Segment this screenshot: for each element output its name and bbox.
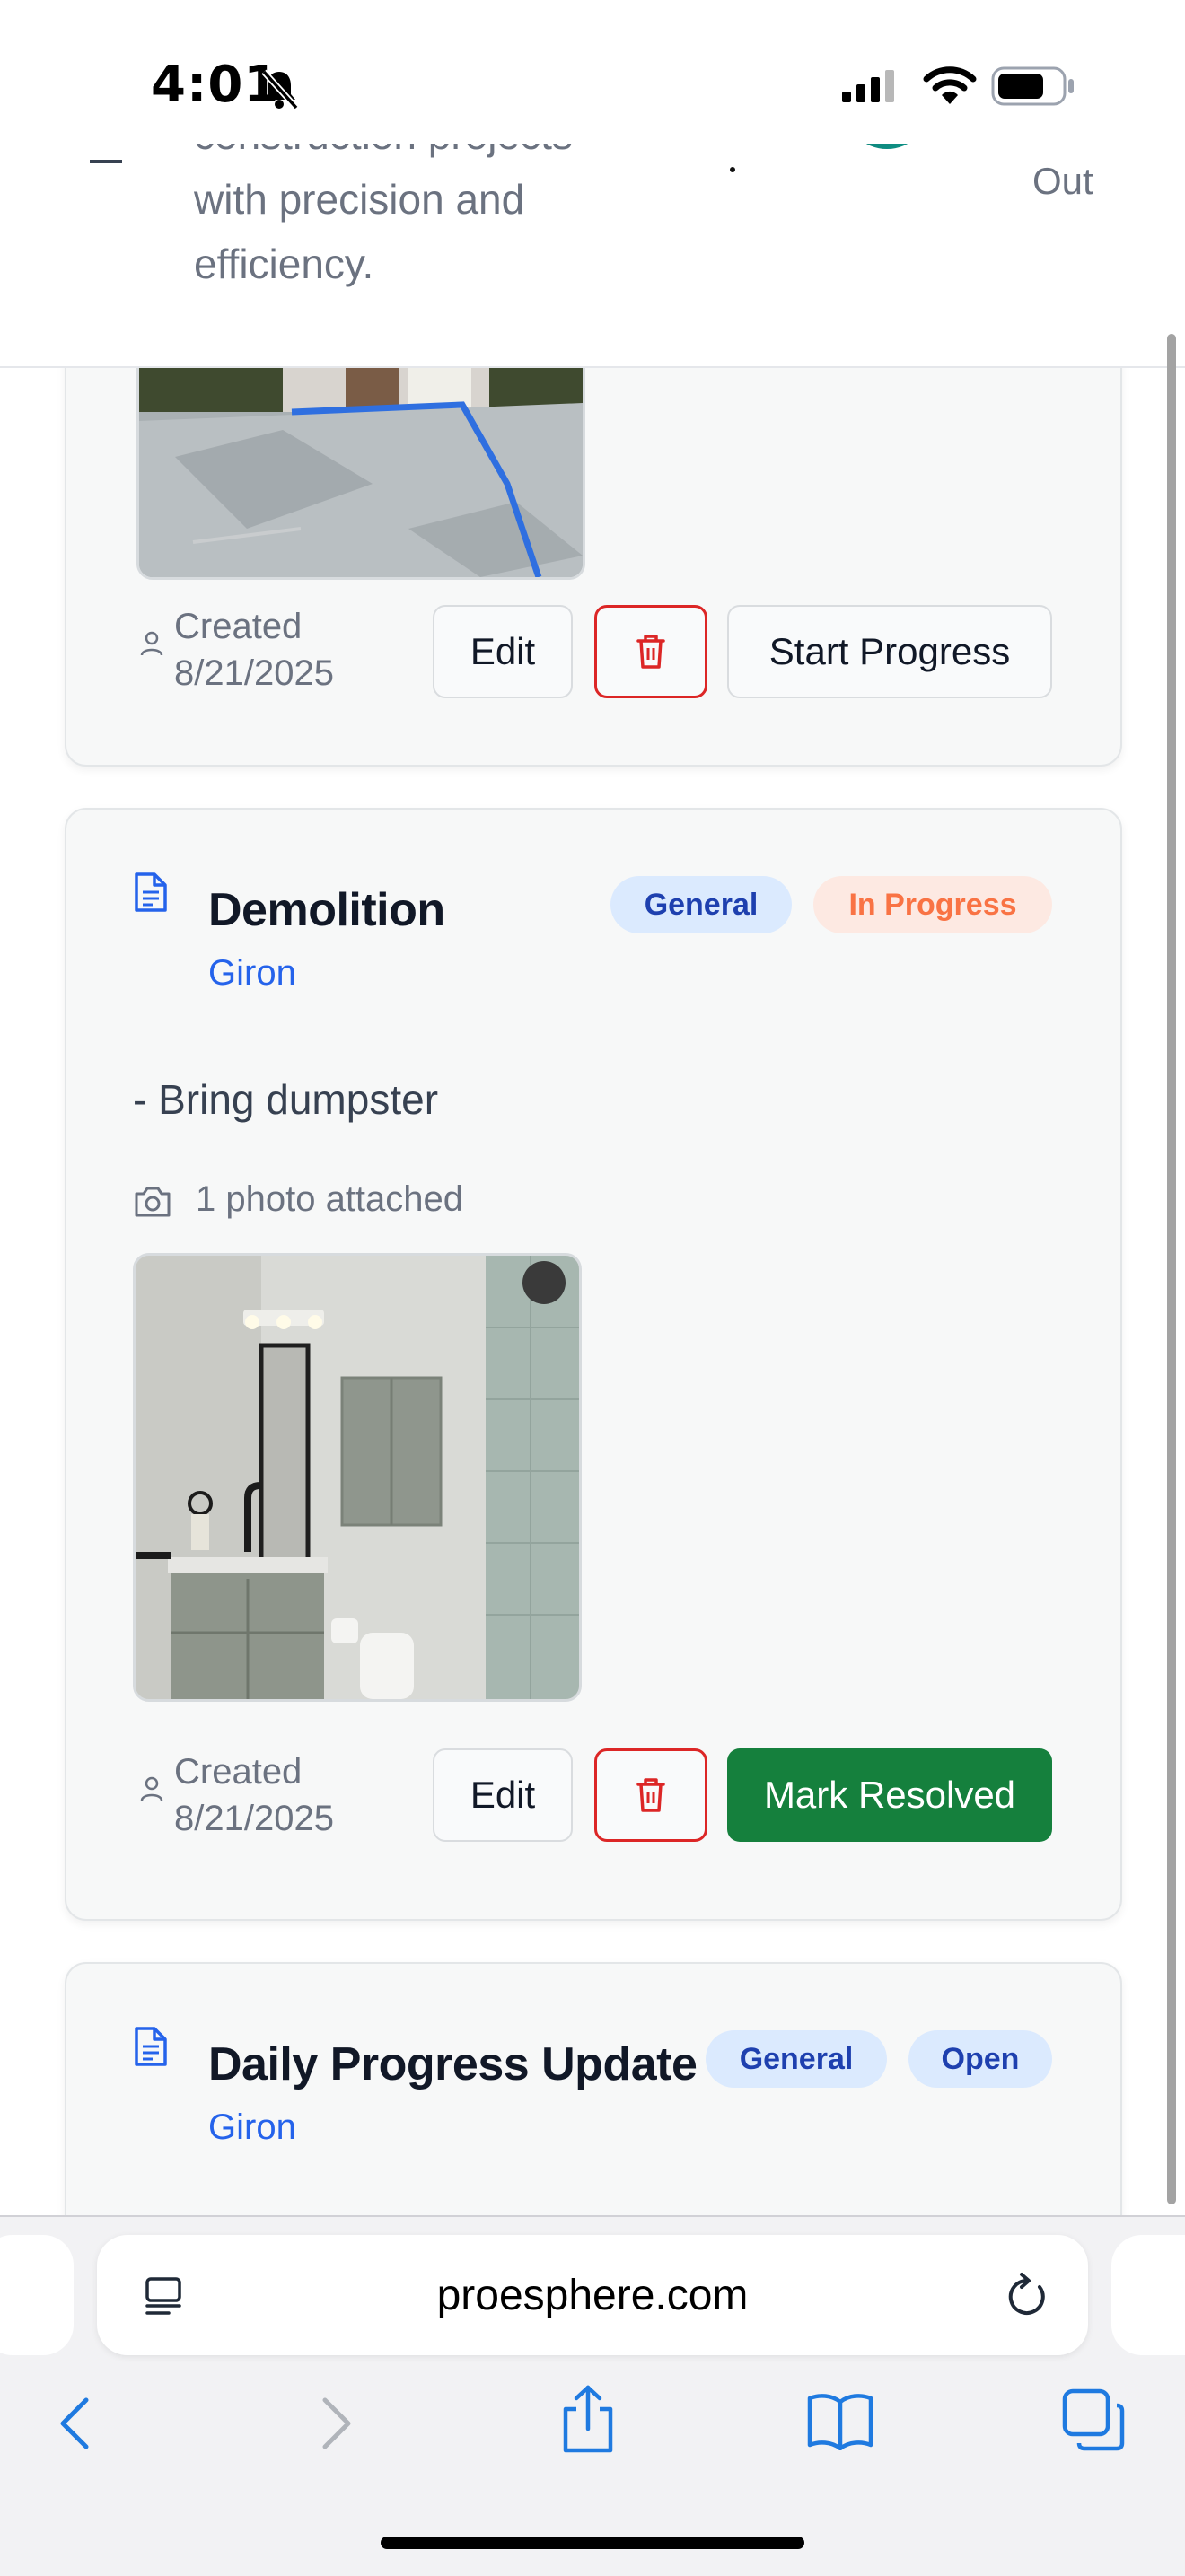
created-date: 8/21/2025 [174, 653, 334, 693]
delete-button[interactable] [594, 1748, 707, 1842]
tabs-icon[interactable] [1061, 2388, 1126, 2457]
page-scrollbar[interactable] [1167, 334, 1176, 2204]
app-tagline: construction projects with precision and… [194, 144, 697, 296]
home-indicator [381, 2537, 804, 2549]
trash-icon [636, 635, 665, 669]
back-icon[interactable] [56, 2395, 95, 2457]
category-badge: General [610, 876, 792, 933]
share-icon[interactable] [558, 2384, 618, 2460]
created-label: Created [174, 1752, 303, 1792]
cellular-signal-icon [842, 68, 901, 112]
forward-icon[interactable] [316, 2395, 356, 2457]
silent-bell-icon [257, 66, 302, 116]
reload-icon[interactable] [1004, 2271, 1050, 2324]
user-icon [138, 630, 165, 662]
issue-card: Demolition Giron General In Progress - B… [65, 808, 1122, 1921]
created-info: Created 8/21/2025 [174, 603, 334, 697]
previous-tab-preview[interactable] [0, 2235, 74, 2355]
photo-count: 1 photo attached [196, 1179, 464, 1219]
next-tab-preview[interactable] [1111, 2235, 1185, 2355]
issue-description: - Bring dumpster [133, 1076, 439, 1123]
tagline-line: with precision and [194, 176, 525, 223]
created-date: 8/21/2025 [174, 1799, 334, 1838]
category-badge: General [706, 2030, 887, 2088]
wifi-icon [923, 63, 977, 112]
issue-project-link[interactable]: Giron [208, 953, 296, 994]
document-icon [133, 871, 169, 918]
bathroom-photo-image [136, 1256, 579, 1699]
start-progress-button[interactable]: Start Progress [727, 605, 1052, 698]
sign-out-button[interactable]: Out [1032, 160, 1093, 203]
issue-photo-thumbnail[interactable] [133, 1253, 582, 1702]
created-label: Created [174, 607, 303, 646]
patio-photo-image [139, 368, 583, 577]
mark-resolved-button[interactable]: Mark Resolved [727, 1748, 1052, 1842]
trash-icon [636, 1778, 665, 1812]
url-text[interactable]: proesphere.com [97, 2235, 1088, 2355]
created-info: Created 8/21/2025 [174, 1748, 334, 1842]
issue-photo-thumbnail[interactable] [136, 368, 585, 580]
issue-card: Created 8/21/2025 Edit Start Progress [65, 368, 1122, 767]
camera-icon [133, 1185, 172, 1223]
issue-title: Daily Progress Update [208, 2038, 698, 2090]
delete-button[interactable] [594, 605, 707, 698]
edit-button[interactable]: Edit [433, 605, 573, 698]
dropdown-indicator-icon[interactable] [730, 167, 735, 172]
edit-button[interactable]: Edit [433, 1748, 573, 1842]
issues-list: Created 8/21/2025 Edit Start Progress De… [0, 368, 1185, 2215]
user-icon [138, 1775, 165, 1807]
issue-card: Daily Progress Update Giron General Open [65, 1962, 1122, 2215]
menu-icon[interactable] [90, 160, 122, 163]
battery-icon [991, 65, 1077, 112]
avatar[interactable] [844, 144, 930, 149]
status-badge: Open [908, 2030, 1052, 2088]
issue-title: Demolition [208, 884, 445, 936]
tagline-line: efficiency. [194, 241, 374, 287]
issue-project-link[interactable]: Giron [208, 2107, 296, 2148]
status-badge: In Progress [813, 876, 1052, 933]
document-icon [133, 2025, 169, 2072]
app-header: construction projects with precision and… [0, 144, 1185, 368]
tagline-partial-line: construction projects [194, 144, 697, 167]
bookmarks-icon[interactable] [806, 2393, 874, 2455]
